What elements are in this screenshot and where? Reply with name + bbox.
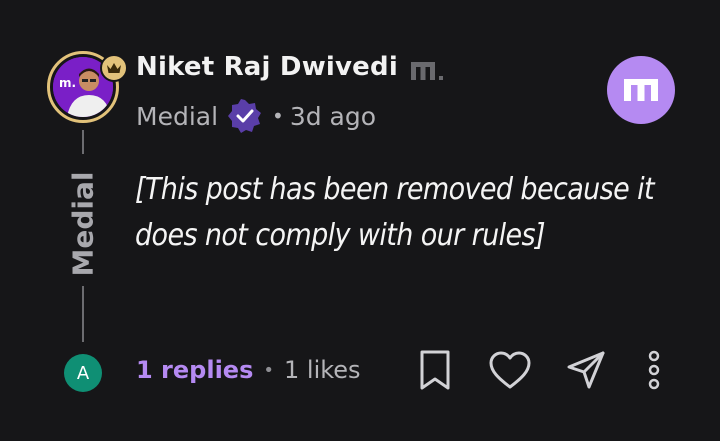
share-button[interactable] [564, 348, 608, 392]
verified-icon [228, 99, 262, 133]
likes-count[interactable]: 1 likes [284, 356, 361, 384]
post-time: 3d ago [289, 101, 377, 131]
organization-name[interactable]: Medial [136, 102, 218, 131]
brand-m-icon [409, 60, 449, 86]
bookmark-button[interactable] [414, 348, 456, 392]
thread-rail-top [82, 130, 84, 154]
heart-icon [489, 351, 531, 389]
like-button[interactable] [487, 348, 533, 392]
crown-icon [100, 54, 128, 82]
more-options-button[interactable] [640, 348, 668, 392]
thread-rail-label: Medial [66, 171, 100, 277]
meta-separator: • [272, 104, 284, 128]
author-name[interactable]: Niket Raj Dwivedi [136, 52, 398, 82]
medial-logo-icon[interactable] [607, 56, 675, 124]
more-vertical-icon [648, 350, 660, 390]
svg-text:m.: m. [59, 76, 76, 90]
post-body: [This post has been removed because it d… [135, 172, 655, 253]
post-footer: 1 replies • 1 likes [136, 352, 361, 388]
bookmark-icon [420, 350, 450, 390]
send-icon [567, 351, 605, 389]
thread-rail-bottom [82, 286, 84, 342]
post-meta: Medial • 3d ago [136, 98, 376, 134]
replier-avatar[interactable]: A [64, 354, 102, 392]
footer-separator: • [263, 359, 274, 381]
replies-link[interactable]: 1 replies [136, 356, 253, 384]
